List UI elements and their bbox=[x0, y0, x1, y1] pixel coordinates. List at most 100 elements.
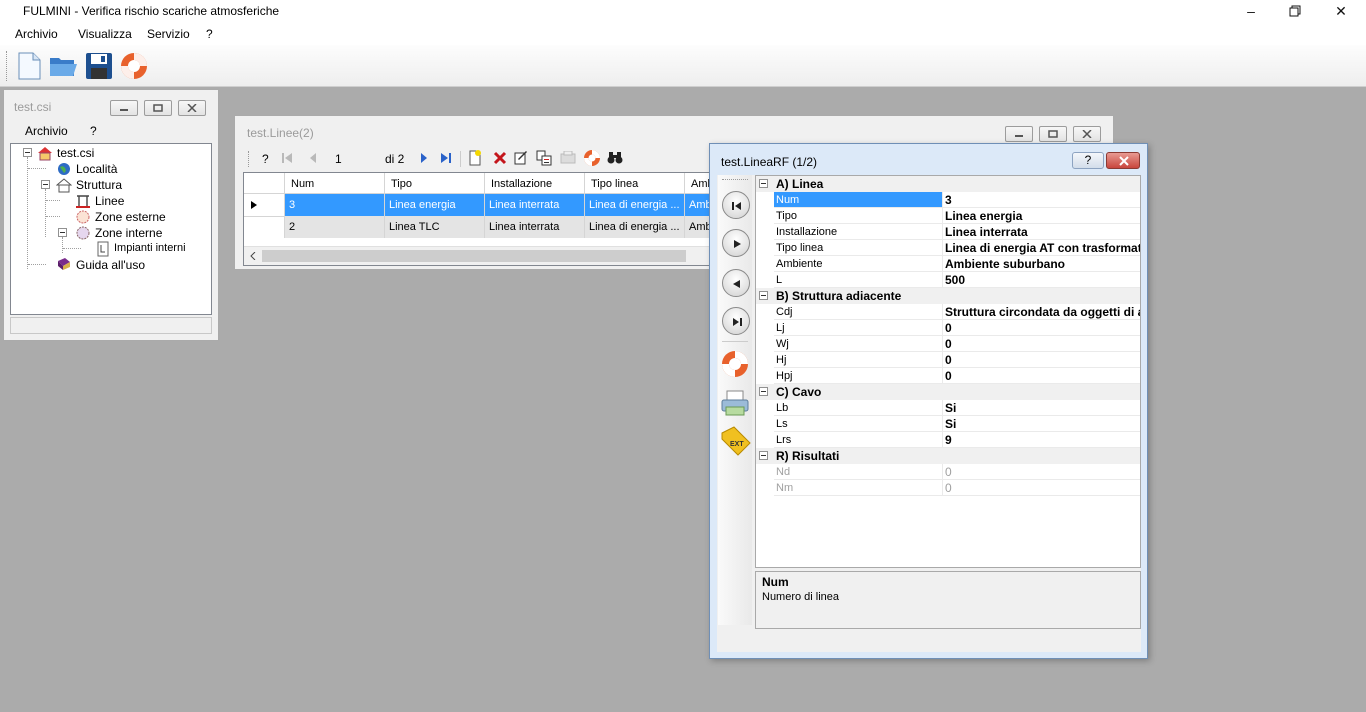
property-value[interactable]: 9 bbox=[942, 432, 1140, 448]
property-value[interactable]: 0 bbox=[942, 352, 1140, 368]
property-row[interactable]: Lj 0 bbox=[756, 320, 1140, 336]
row-selector[interactable] bbox=[244, 194, 285, 216]
property-value[interactable]: 0 bbox=[942, 336, 1140, 352]
row-selector[interactable] bbox=[244, 216, 285, 238]
property-row[interactable]: Hj 0 bbox=[756, 352, 1140, 368]
lifebuoy-help-icon[interactable] bbox=[720, 349, 750, 379]
cell-tipo[interactable]: Linea TLC bbox=[385, 216, 485, 238]
property-row[interactable]: Tipo Linea energia bbox=[756, 208, 1140, 224]
property-value[interactable]: 0 bbox=[942, 480, 1140, 496]
printer-icon[interactable] bbox=[721, 389, 749, 417]
move-previous-icon[interactable] bbox=[307, 152, 319, 164]
property-category[interactable]: B) Struttura adiacente bbox=[756, 288, 1140, 304]
close-button[interactable]: ✕ bbox=[1318, 0, 1364, 23]
collapse-icon[interactable] bbox=[759, 179, 768, 188]
table-row[interactable]: 2 Linea TLC Linea interrata Linea di ene… bbox=[244, 216, 714, 238]
toolbar-grip[interactable] bbox=[722, 179, 748, 180]
menu-visualizza[interactable]: Visualizza bbox=[78, 27, 132, 41]
context-help-button[interactable]: ? bbox=[1072, 152, 1104, 169]
property-name[interactable]: Hj bbox=[774, 352, 942, 368]
property-name[interactable]: Hpj bbox=[774, 368, 942, 384]
property-row[interactable]: Lrs 9 bbox=[756, 432, 1140, 448]
navigator-help-button[interactable]: ? bbox=[262, 152, 269, 166]
property-value[interactable]: 0 bbox=[942, 368, 1140, 384]
export-tag-icon[interactable]: EXT bbox=[720, 425, 752, 457]
property-name[interactable]: Lb bbox=[774, 400, 942, 416]
tree-minimize-button[interactable] bbox=[110, 100, 138, 116]
open-folder-icon[interactable] bbox=[48, 51, 78, 81]
tree-close-button[interactable] bbox=[178, 100, 206, 116]
collapse-icon[interactable] bbox=[759, 387, 768, 396]
cell-num[interactable]: 3 bbox=[285, 194, 385, 216]
property-row[interactable]: Nd 0 bbox=[756, 464, 1140, 480]
add-new-icon[interactable] bbox=[468, 150, 482, 166]
property-row[interactable]: Hpj 0 bbox=[756, 368, 1140, 384]
property-name[interactable]: Num bbox=[774, 192, 942, 208]
property-value[interactable]: 0 bbox=[942, 320, 1140, 336]
column-header-tipo-linea[interactable]: Tipo linea bbox=[585, 173, 685, 195]
save-disk-icon[interactable] bbox=[84, 51, 114, 81]
cell-tipo[interactable]: Linea energia bbox=[385, 194, 485, 216]
property-name[interactable]: Installazione bbox=[774, 224, 942, 240]
property-name[interactable]: L bbox=[774, 272, 942, 288]
first-record-button[interactable] bbox=[722, 191, 750, 219]
move-last-icon[interactable] bbox=[440, 152, 452, 164]
property-row[interactable]: Tipo linea Linea di energia AT con trasfo… bbox=[756, 240, 1140, 256]
horizontal-scrollbar[interactable] bbox=[244, 246, 712, 265]
cell-installazione[interactable]: Linea interrata bbox=[485, 216, 585, 238]
property-value[interactable]: 0 bbox=[942, 464, 1140, 480]
collapse-icon[interactable] bbox=[41, 180, 50, 189]
cell-installazione[interactable]: Linea interrata bbox=[485, 194, 585, 216]
menu-servizio[interactable]: Servizio bbox=[147, 27, 190, 41]
toolbar-grip[interactable] bbox=[6, 51, 7, 81]
delete-icon[interactable] bbox=[493, 151, 507, 165]
navigator-position-input[interactable]: 1 bbox=[335, 152, 342, 166]
property-row[interactable]: Num 3 bbox=[756, 192, 1140, 208]
cell-tipo-linea[interactable]: Linea di energia ... bbox=[585, 216, 685, 238]
property-row[interactable]: Ambiente Ambiente suburbano bbox=[756, 256, 1140, 272]
tree-maximize-button[interactable] bbox=[144, 100, 172, 116]
linearf-titlebar[interactable]: test.LineaRF (1/2) ? bbox=[710, 144, 1147, 175]
collapse-icon[interactable] bbox=[759, 451, 768, 460]
move-first-icon[interactable] bbox=[281, 152, 293, 164]
collapse-icon[interactable] bbox=[759, 291, 768, 300]
property-value[interactable]: Ambiente suburbano bbox=[942, 256, 1140, 272]
property-value[interactable]: Si bbox=[942, 416, 1140, 432]
minimize-button[interactable]: – bbox=[1228, 0, 1274, 23]
last-record-button[interactable] bbox=[722, 307, 750, 335]
menu-help[interactable]: ? bbox=[206, 27, 213, 41]
property-name[interactable]: Ambiente bbox=[774, 256, 942, 272]
restore-button[interactable] bbox=[1272, 0, 1318, 23]
property-value[interactable]: Linea di energia AT con trasformato bbox=[942, 240, 1140, 256]
property-value[interactable]: Si bbox=[942, 400, 1140, 416]
property-row[interactable]: Wj 0 bbox=[756, 336, 1140, 352]
property-name[interactable]: Wj bbox=[774, 336, 942, 352]
property-name[interactable]: Nd bbox=[774, 464, 942, 480]
lifebuoy-help-icon[interactable] bbox=[583, 149, 601, 167]
table-row[interactable]: 3 Linea energia Linea interrata Linea di… bbox=[244, 194, 714, 216]
previous-record-button[interactable] bbox=[722, 269, 750, 297]
linee-close-button[interactable] bbox=[1073, 126, 1101, 142]
property-row[interactable]: Ls Si bbox=[756, 416, 1140, 432]
property-value[interactable]: Linea interrata bbox=[942, 224, 1140, 240]
tree-menu-archivio[interactable]: Archivio bbox=[25, 124, 68, 138]
new-file-icon[interactable] bbox=[14, 51, 44, 81]
property-category[interactable]: R) Risultati bbox=[756, 448, 1140, 464]
property-category[interactable]: A) Linea bbox=[756, 176, 1140, 192]
scrollbar-thumb[interactable] bbox=[262, 250, 686, 262]
linee-titlebar[interactable]: test.Linee(2) bbox=[235, 116, 1113, 146]
property-name[interactable]: Lj bbox=[774, 320, 942, 336]
linee-minimize-button[interactable] bbox=[1005, 126, 1033, 142]
copy-record-icon[interactable] bbox=[536, 150, 552, 166]
property-row[interactable]: L 500 bbox=[756, 272, 1140, 288]
cell-tipo-linea[interactable]: Linea di energia ... bbox=[585, 194, 685, 216]
edit-record-icon[interactable] bbox=[514, 150, 528, 166]
property-row[interactable]: Installazione Linea interrata bbox=[756, 224, 1140, 240]
tree-menu-help[interactable]: ? bbox=[90, 124, 97, 138]
collapse-icon[interactable] bbox=[23, 148, 32, 157]
property-name[interactable]: Cdj bbox=[774, 304, 942, 320]
property-name[interactable]: Tipo bbox=[774, 208, 942, 224]
collapse-icon[interactable] bbox=[58, 228, 67, 237]
print-disabled-icon[interactable] bbox=[560, 151, 576, 165]
property-name[interactable]: Ls bbox=[774, 416, 942, 432]
